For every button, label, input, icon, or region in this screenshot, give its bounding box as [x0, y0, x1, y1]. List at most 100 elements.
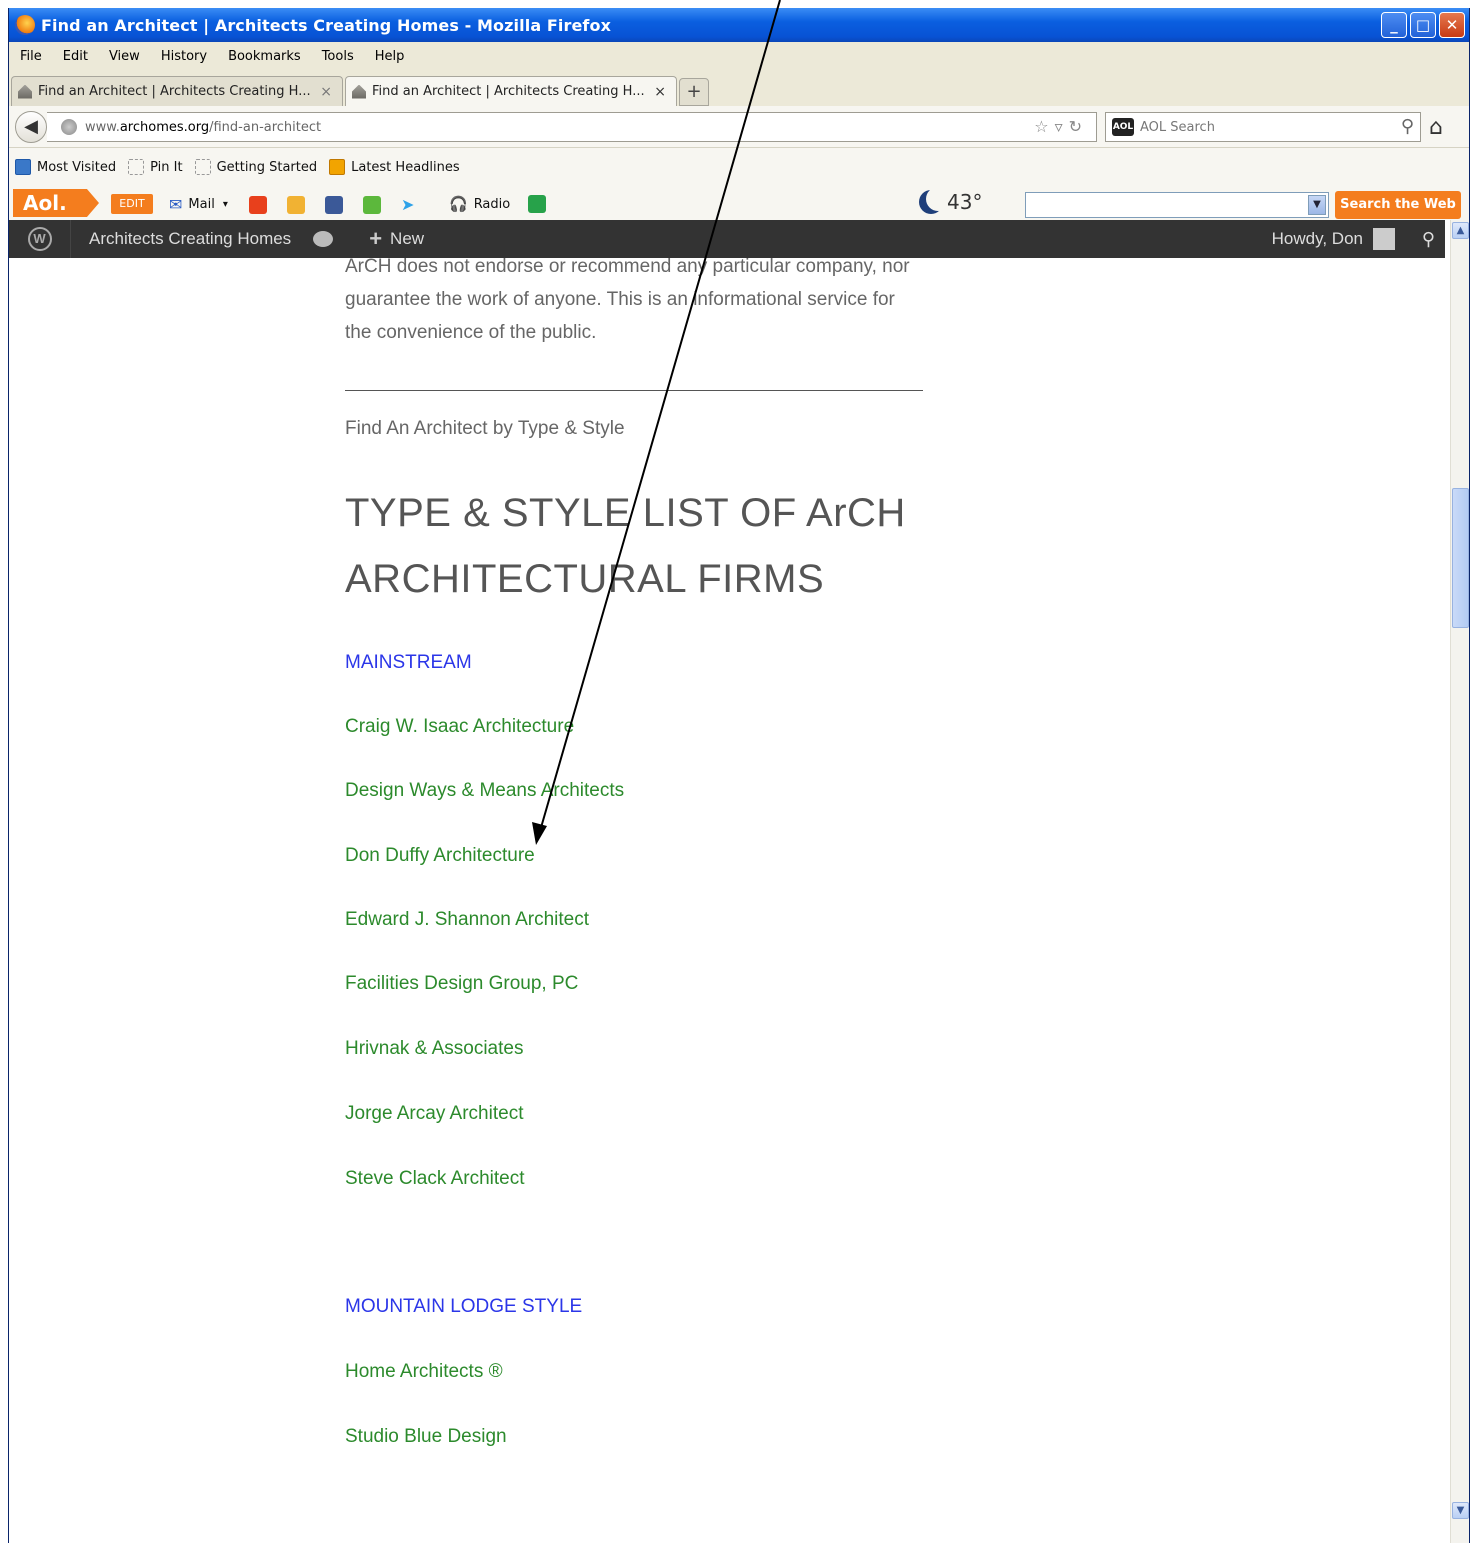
- chevron-down-icon: ▾: [222, 199, 228, 210]
- page-content: ArCH does not endorse or recommend any p…: [9, 258, 1445, 1543]
- aim-icon[interactable]: [287, 195, 305, 214]
- firm-link[interactable]: Don Duffy Architecture: [345, 845, 535, 867]
- aol-logo[interactable]: Aol.: [13, 189, 99, 217]
- comment-icon[interactable]: [313, 231, 334, 247]
- bookmark-star-icon[interactable]: ☆▿↻: [1034, 117, 1088, 136]
- facebook-icon[interactable]: [325, 195, 343, 214]
- category-mainstream-link[interactable]: MAINSTREAM: [345, 652, 472, 674]
- disclaimer-text: ArCH does not endorse or recommend any p…: [345, 258, 985, 349]
- menu-bookmarks[interactable]: Bookmarks: [228, 49, 301, 64]
- messenger-icon[interactable]: [363, 195, 381, 214]
- bookmark-getting-started[interactable]: Getting Started: [194, 159, 318, 175]
- page-icon: [128, 159, 145, 175]
- bookmark-pin-it[interactable]: Pin It: [128, 159, 183, 175]
- tab-1[interactable]: Find an Architect | Architects Creating …: [11, 76, 343, 106]
- wordpress-logo-icon[interactable]: W: [9, 220, 71, 258]
- firm-link[interactable]: Facilities Design Group, PC: [345, 973, 578, 995]
- firm-link[interactable]: Jorge Arcay Architect: [345, 1103, 523, 1125]
- chevron-down-icon[interactable]: ▼: [1308, 195, 1326, 215]
- search-box[interactable]: AOL AOL Search ⚲: [1105, 112, 1421, 142]
- title-bar: Find an Architect | Architects Creating …: [9, 8, 1469, 42]
- refresh-app-icon[interactable]: [528, 195, 547, 213]
- search-placeholder: AOL Search: [1140, 119, 1215, 135]
- wp-new-button[interactable]: + New: [369, 226, 424, 252]
- moon-icon: [919, 190, 943, 214]
- firefox-icon: [15, 15, 35, 35]
- bookmarks-bar: Most Visited Pin It Getting Started Late…: [9, 148, 1469, 186]
- weather-widget[interactable]: 43°: [919, 190, 982, 214]
- radio-label: Radio: [473, 196, 511, 212]
- menu-view[interactable]: View: [109, 49, 140, 64]
- bookmark-label: Latest Headlines: [351, 159, 460, 175]
- globe-icon: [61, 119, 77, 135]
- bookmark-most-visited[interactable]: Most Visited: [15, 159, 116, 175]
- page-title-line-1: TYPE & STYLE LIST OF ArCH: [345, 491, 906, 535]
- rss-icon: [329, 159, 346, 175]
- vertical-scrollbar[interactable]: ▲ ▼: [1450, 220, 1469, 1543]
- tab-2[interactable]: Find an Architect | Architects Creating …: [345, 76, 677, 106]
- scroll-down-icon[interactable]: ▼: [1452, 1502, 1469, 1519]
- close-button[interactable]: ✕: [1439, 12, 1465, 38]
- tab-title: Find an Architect | Architects Creating …: [372, 84, 645, 99]
- firm-link[interactable]: Craig W. Isaac Architecture: [345, 716, 574, 738]
- maximize-button[interactable]: □: [1410, 12, 1436, 38]
- firm-link[interactable]: Hrivnak & Associates: [345, 1038, 523, 1060]
- bookmark-label: Pin It: [150, 159, 183, 175]
- bookmark-label: Most Visited: [37, 159, 117, 175]
- wp-site-name[interactable]: Architects Creating Homes: [71, 229, 309, 249]
- scroll-up-icon[interactable]: ▲: [1452, 222, 1469, 239]
- aol-search-input[interactable]: ▼: [1025, 192, 1329, 218]
- browser-window: Find an Architect | Architects Creating …: [8, 8, 1470, 1543]
- search-icon[interactable]: ⚲: [1401, 116, 1414, 137]
- tab-close-icon[interactable]: ×: [654, 84, 666, 100]
- scrollbar-thumb[interactable]: [1452, 488, 1469, 628]
- new-tab-button[interactable]: +: [679, 78, 709, 106]
- menu-help[interactable]: Help: [375, 49, 405, 64]
- back-arrow-icon[interactable]: ◀: [15, 111, 47, 143]
- radio-button[interactable]: 🎧 Radio: [449, 195, 547, 213]
- disclaimer-line: guarantee the work of anyone. This is an…: [345, 289, 895, 310]
- wp-new-label: New: [390, 229, 425, 248]
- mail-button[interactable]: ✉ Mail ▾: [169, 195, 228, 214]
- twitter-icon[interactable]: ➤: [401, 195, 414, 214]
- page-title-line-2: ARCHITECTURAL FIRMS: [345, 557, 825, 601]
- window-title: Find an Architect | Architects Creating …: [41, 15, 612, 35]
- menu-history[interactable]: History: [161, 49, 207, 64]
- navigation-bar: ◀ www. archomes.org/find-an-architect ☆▿↻…: [9, 106, 1469, 148]
- howdy-label: Howdy, Don: [1271, 229, 1363, 248]
- search-the-web-button[interactable]: Search the Web: [1335, 191, 1461, 219]
- aol-toolbar: Aol. EDIT ✉ Mail ▾ ➤ 🎧 Radio 43° ▼ Searc…: [9, 186, 1469, 220]
- url-prefix: www.: [85, 119, 120, 135]
- wp-admin-bar: W Architects Creating Homes + New Howdy, …: [9, 220, 1445, 258]
- disclaimer-line: ArCH does not endorse or recommend any p…: [345, 258, 910, 277]
- g-app-icon[interactable]: [249, 195, 267, 214]
- menu-edit[interactable]: Edit: [63, 49, 88, 64]
- tab-title: Find an Architect | Architects Creating …: [38, 84, 311, 99]
- headphones-icon: 🎧: [449, 195, 468, 213]
- firm-link[interactable]: Steve Clack Architect: [345, 1168, 525, 1190]
- mail-label: Mail: [188, 197, 215, 212]
- bookmark-latest-headlines[interactable]: Latest Headlines: [329, 159, 460, 175]
- home-icon[interactable]: ⌂: [1429, 115, 1443, 140]
- menu-file[interactable]: File: [20, 49, 42, 64]
- divider: [345, 390, 923, 391]
- firm-link[interactable]: Home Architects ®: [345, 1361, 503, 1383]
- temperature: 43°: [947, 190, 983, 214]
- firm-link[interactable]: Edward J. Shannon Architect: [345, 909, 589, 931]
- wp-user-menu[interactable]: Howdy, Don: [1272, 228, 1395, 250]
- category-mountain-lodge-link[interactable]: MOUNTAIN LODGE STYLE: [345, 1296, 582, 1318]
- aol-edit-button[interactable]: EDIT: [111, 194, 153, 214]
- house-icon: [18, 84, 32, 99]
- page-icon: [194, 159, 211, 175]
- aol-engine-icon[interactable]: AOL: [1112, 118, 1134, 136]
- bookmark-label: Getting Started: [216, 159, 318, 175]
- search-icon[interactable]: ⚲: [1422, 229, 1435, 250]
- menu-bar: File Edit View History Bookmarks Tools H…: [9, 42, 1469, 70]
- menu-tools[interactable]: Tools: [322, 49, 354, 64]
- tab-close-icon[interactable]: ×: [320, 84, 332, 100]
- house-icon: [352, 84, 366, 99]
- url-bar[interactable]: www. archomes.org/find-an-architect ☆▿↻: [47, 112, 1097, 142]
- minimize-button[interactable]: _: [1381, 12, 1407, 38]
- firm-link[interactable]: Studio Blue Design: [345, 1426, 507, 1448]
- firm-link[interactable]: Design Ways & Means Architects: [345, 780, 624, 802]
